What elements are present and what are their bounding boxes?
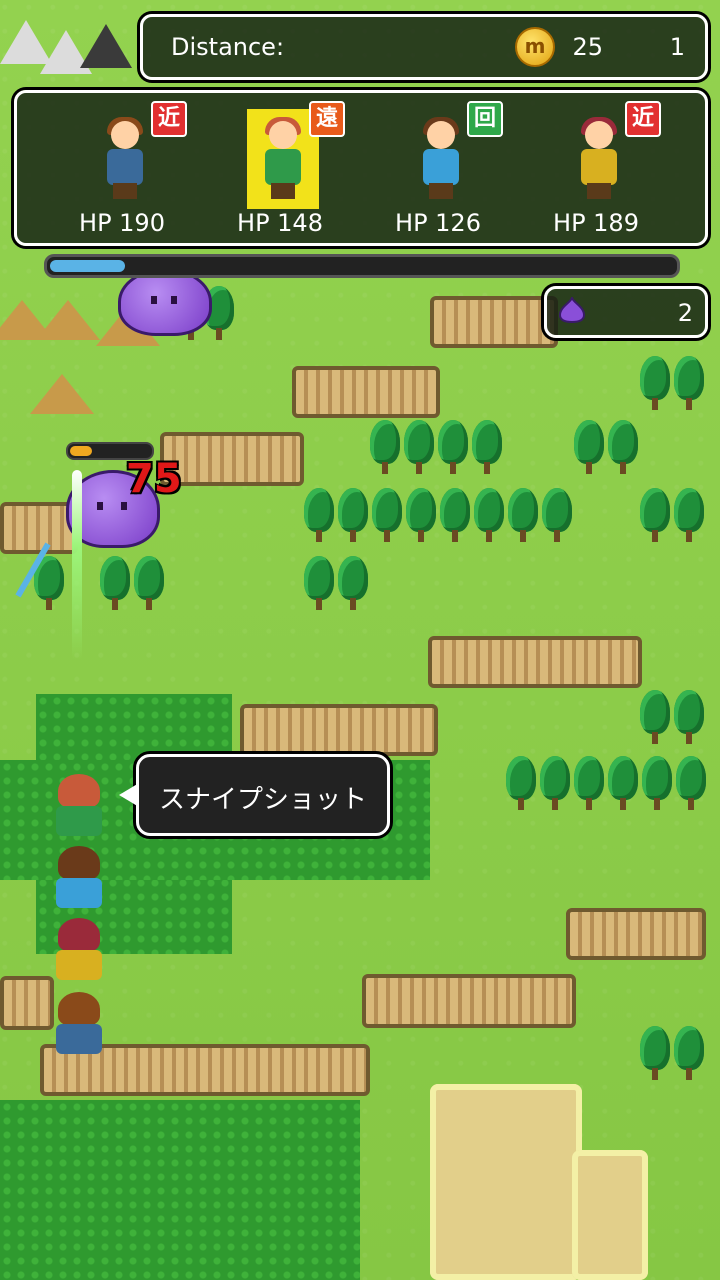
party-member-2[interactable]: 遠 HP 148: [205, 93, 355, 243]
hp-label: HP 190: [79, 209, 165, 237]
outfit: [265, 149, 301, 185]
party-member-1[interactable]: 近 HP 190: [47, 93, 197, 243]
forest-patch: [0, 1100, 360, 1280]
hill: [30, 374, 94, 414]
cliff: [240, 704, 438, 756]
distance-panel: Distance: 25 m 1: [140, 14, 708, 80]
tree: [674, 356, 704, 412]
tree: [338, 488, 368, 544]
tree: [608, 420, 638, 476]
hero-archer: [44, 770, 114, 840]
tree: [472, 420, 502, 476]
slime-icon: [558, 297, 586, 323]
outfit: [423, 149, 459, 185]
bubble-tail: [119, 783, 139, 807]
character-sprite: [413, 117, 469, 201]
tree: [338, 556, 368, 612]
tree: [370, 420, 400, 476]
role-badge: 近: [625, 101, 661, 137]
hill: [36, 300, 100, 340]
enemy-count: 2: [677, 299, 693, 327]
party-panel: 近 HP 190 遠 HP 148 回 HP 126 近 HP 189: [14, 90, 708, 246]
tree: [100, 556, 130, 612]
cliff: [292, 366, 440, 418]
party-member-3[interactable]: 回 HP 126: [363, 93, 513, 243]
tree: [540, 756, 570, 812]
tree: [642, 756, 672, 812]
hp-label: HP 148: [237, 209, 323, 237]
sand-area: [572, 1150, 648, 1280]
tree: [608, 756, 638, 812]
tree: [438, 420, 468, 476]
tree: [304, 488, 334, 544]
coin-count: 1: [669, 33, 685, 61]
outfit: [581, 149, 617, 185]
progress-bar: [44, 254, 680, 278]
enemy-hp-fill: [70, 446, 93, 456]
tree: [574, 420, 604, 476]
tree: [304, 556, 334, 612]
tree: [640, 690, 670, 746]
tree: [542, 488, 572, 544]
skill-speech-bubble: スナイプショット: [119, 754, 390, 836]
outfit: [107, 149, 143, 185]
damage-number: 75: [126, 456, 182, 502]
tree: [440, 488, 470, 544]
tree: [640, 356, 670, 412]
hero-swordsman: [44, 988, 114, 1058]
tree: [406, 488, 436, 544]
character-sprite: [97, 117, 153, 201]
party-member-4[interactable]: 近 HP 189: [521, 93, 671, 243]
role-badge: 回: [467, 101, 503, 137]
tree: [640, 1026, 670, 1082]
hero-healer: [44, 842, 114, 912]
tree: [674, 1026, 704, 1082]
slash-effect: [72, 470, 82, 660]
tree: [474, 488, 504, 544]
tree: [640, 488, 670, 544]
tree: [372, 488, 402, 544]
tree: [674, 690, 704, 746]
tree: [506, 756, 536, 812]
role-badge: 近: [151, 101, 187, 137]
coin-icon: m: [515, 27, 555, 67]
role-badge: 遠: [309, 101, 345, 137]
tree: [508, 488, 538, 544]
cliff: [430, 296, 558, 348]
cliff: [362, 974, 576, 1028]
hp-label: HP 126: [395, 209, 481, 237]
character-sprite: [255, 117, 311, 201]
tree: [134, 556, 164, 612]
enemy-counter: 2: [544, 286, 708, 338]
tree: [676, 756, 706, 812]
mountain: [80, 24, 132, 68]
skill-name: スナイプショット: [158, 785, 367, 815]
sand-area: [430, 1084, 582, 1280]
hp-label: HP 189: [553, 209, 639, 237]
tree: [574, 756, 604, 812]
distance-label: Distance:: [171, 33, 285, 61]
slime-enemy[interactable]: [118, 268, 212, 336]
hero-fighter: [44, 914, 114, 984]
character-sprite: [571, 117, 627, 201]
progress-fill: [50, 260, 125, 272]
cliff: [566, 908, 706, 960]
tree: [404, 420, 434, 476]
cliff: [428, 636, 642, 688]
tree: [674, 488, 704, 544]
